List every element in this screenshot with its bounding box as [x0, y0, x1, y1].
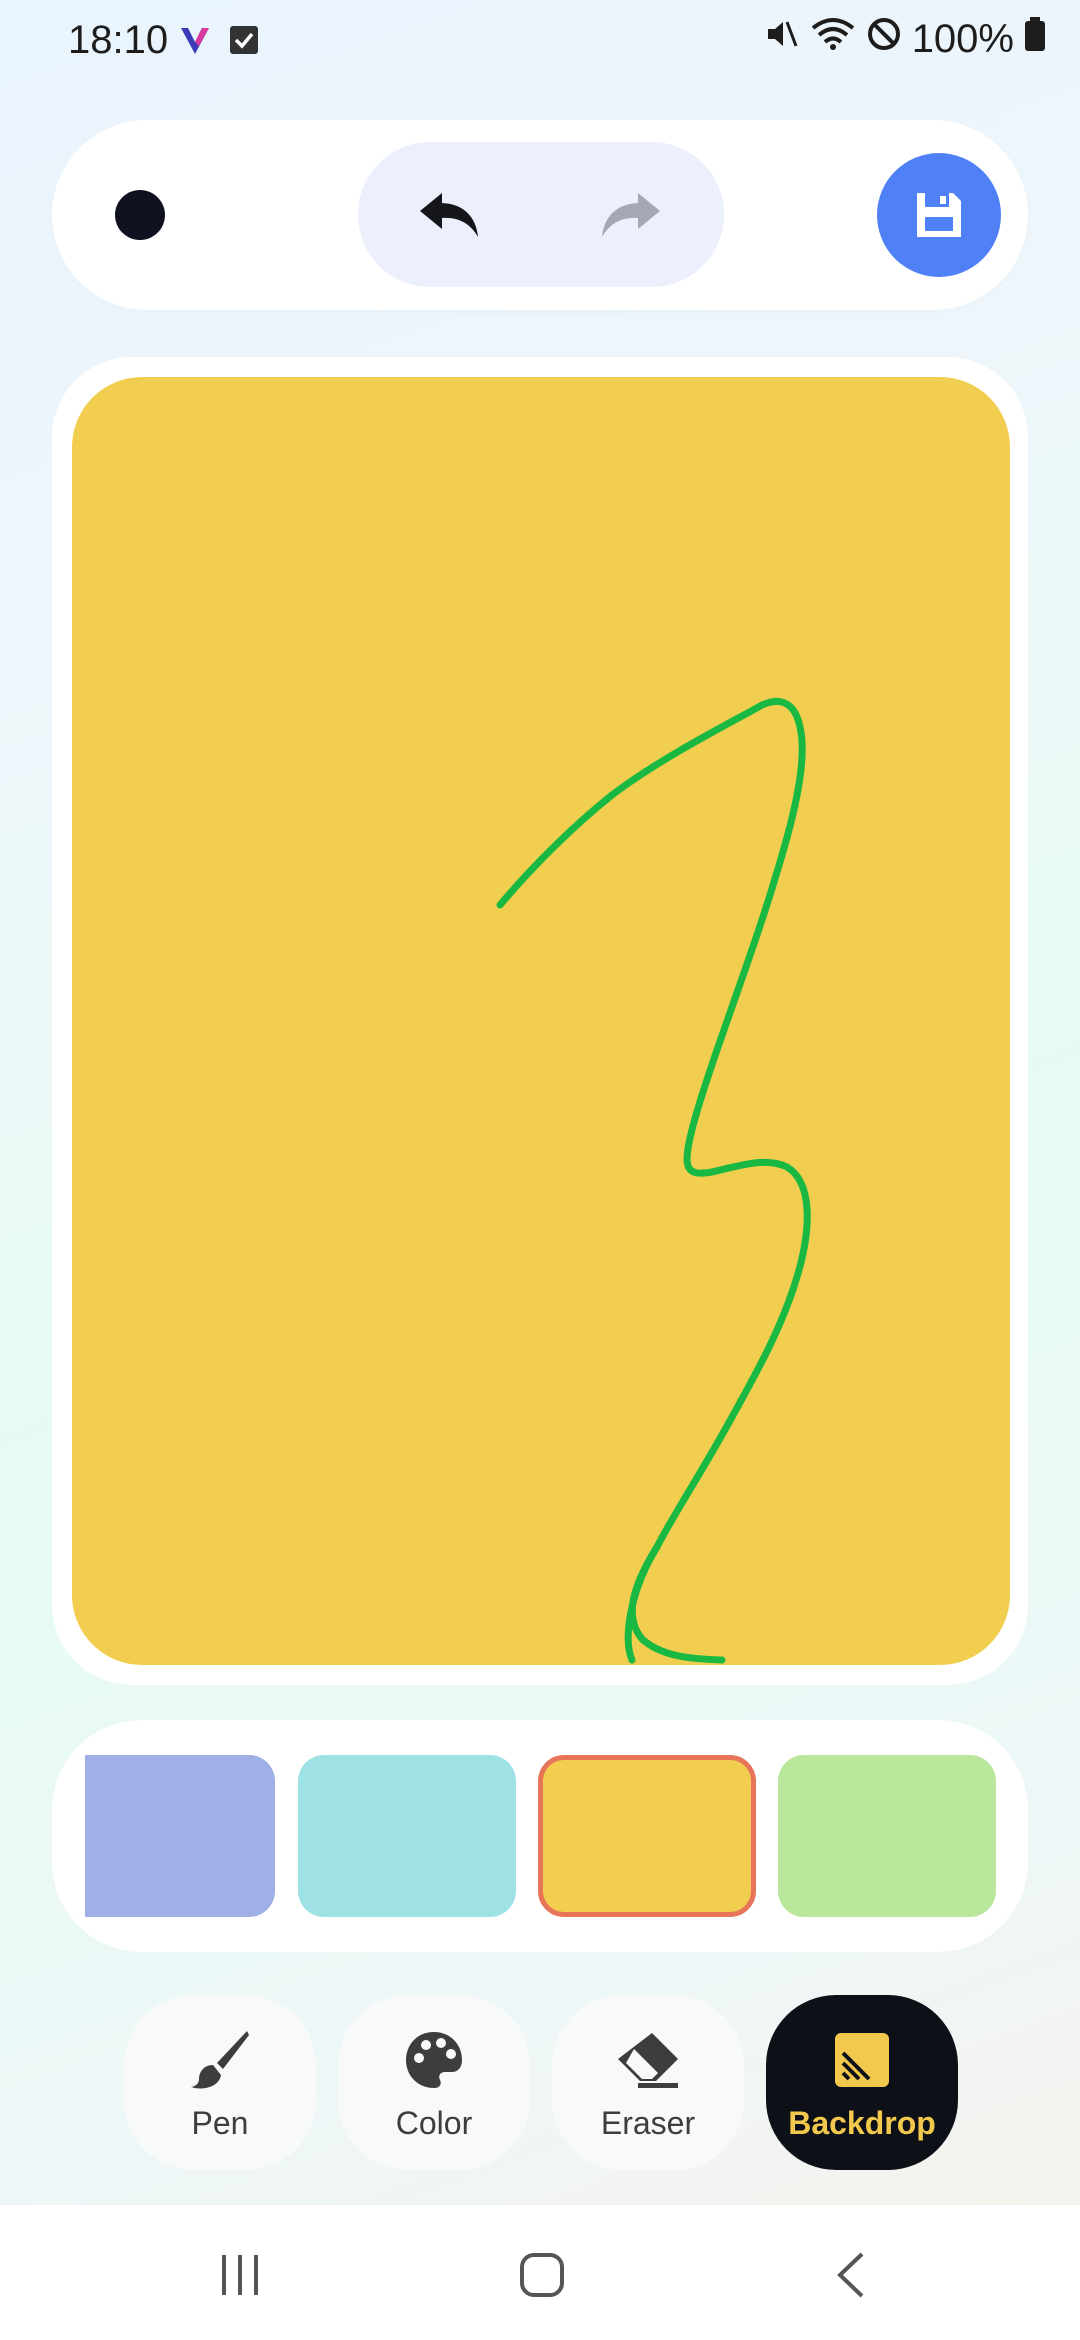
home-button[interactable]	[512, 2245, 572, 2305]
checkbox-icon	[228, 24, 260, 63]
swatch-cyan[interactable]	[298, 1755, 516, 1917]
swatch-yellow[interactable]	[538, 1755, 756, 1917]
pen-color-indicator[interactable]	[115, 190, 165, 240]
back-icon	[837, 2252, 864, 2298]
do-not-disturb-icon	[866, 16, 902, 62]
redo-button[interactable]	[585, 175, 675, 255]
backdrop-tool-button[interactable]: Backdrop	[766, 1995, 958, 2170]
status-bar: 18:10 100%	[0, 0, 1080, 90]
swatch-green[interactable]	[778, 1755, 996, 1917]
save-button[interactable]	[877, 153, 1001, 277]
redo-icon	[602, 193, 660, 237]
backdrop-tool-label: Backdrop	[788, 2105, 936, 2141]
recent-apps-icon	[222, 2255, 258, 2295]
brush-icon	[191, 2031, 249, 2089]
battery-text: 100%	[911, 16, 1014, 61]
undo-icon	[420, 193, 478, 237]
mute-icon	[764, 16, 800, 62]
pen-tool-button[interactable]: Pen	[124, 1995, 316, 2170]
recent-apps-button[interactable]	[210, 2245, 270, 2305]
color-tool-button[interactable]: Color	[338, 1995, 530, 2170]
status-time: 18:10	[68, 18, 169, 62]
swatch-periwinkle[interactable]	[85, 1755, 275, 1917]
eraser-tool-button[interactable]: Eraser	[552, 1995, 744, 2170]
drawing-canvas[interactable]	[72, 377, 1010, 1665]
wifi-icon	[810, 16, 856, 62]
app-v-icon	[178, 24, 212, 63]
back-button[interactable]	[820, 2245, 880, 2305]
canvas-drawing	[72, 377, 1010, 1665]
save-icon	[917, 193, 961, 237]
eraser-icon	[618, 2033, 678, 2088]
eraser-tool-label: Eraser	[600, 2105, 696, 2141]
home-icon	[520, 2253, 564, 2297]
undo-button[interactable]	[405, 175, 495, 255]
color-tool-label: Color	[395, 2105, 473, 2141]
palette-icon	[406, 2032, 462, 2088]
backdrop-icon	[835, 2033, 889, 2087]
battery-icon	[1024, 16, 1046, 62]
canvas-background	[72, 377, 1010, 1665]
pen-tool-label: Pen	[191, 2105, 249, 2141]
